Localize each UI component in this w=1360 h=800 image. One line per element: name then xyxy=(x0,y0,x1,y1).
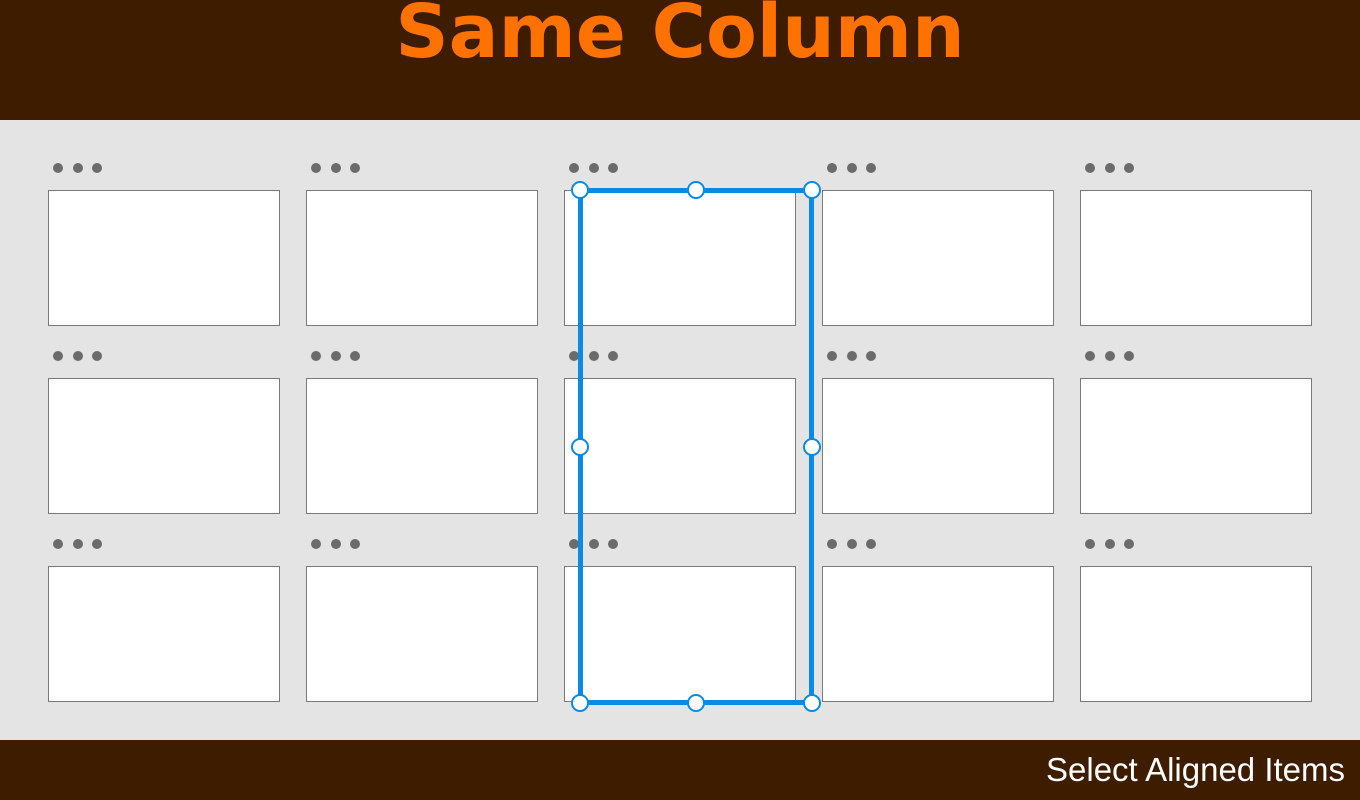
card[interactable] xyxy=(48,378,280,514)
resize-handle-icon[interactable] xyxy=(687,181,705,199)
more-horizontal-icon[interactable] xyxy=(49,537,105,551)
card[interactable] xyxy=(1080,566,1312,702)
more-horizontal-icon[interactable] xyxy=(307,349,363,363)
more-horizontal-icon[interactable] xyxy=(823,349,879,363)
card[interactable] xyxy=(306,566,538,702)
more-horizontal-icon[interactable] xyxy=(823,161,879,175)
card[interactable] xyxy=(48,566,280,702)
selection-outline[interactable] xyxy=(578,188,814,705)
card-canvas[interactable] xyxy=(0,120,1360,740)
card[interactable] xyxy=(306,190,538,326)
more-horizontal-icon[interactable] xyxy=(307,537,363,551)
resize-handle-icon[interactable] xyxy=(571,694,589,712)
resize-handle-icon[interactable] xyxy=(571,181,589,199)
more-horizontal-icon[interactable] xyxy=(49,349,105,363)
card[interactable] xyxy=(1080,190,1312,326)
card[interactable] xyxy=(306,378,538,514)
card[interactable] xyxy=(822,566,1054,702)
footer-bar: Select Aligned Items xyxy=(0,740,1360,800)
page-title: Same Column xyxy=(395,0,965,76)
card[interactable] xyxy=(48,190,280,326)
more-horizontal-icon[interactable] xyxy=(823,537,879,551)
app-window: Same Column Select Aligned Items xyxy=(0,0,1360,800)
resize-handle-icon[interactable] xyxy=(571,437,589,456)
card[interactable] xyxy=(822,378,1054,514)
resize-handle-icon[interactable] xyxy=(803,694,821,712)
more-horizontal-icon[interactable] xyxy=(1081,161,1137,175)
resize-handle-icon[interactable] xyxy=(803,437,821,456)
more-horizontal-icon[interactable] xyxy=(565,161,621,175)
footer-caption: Select Aligned Items xyxy=(1046,751,1345,788)
more-horizontal-icon[interactable] xyxy=(1081,537,1137,551)
resize-handle-icon[interactable] xyxy=(687,694,705,712)
more-horizontal-icon[interactable] xyxy=(1081,349,1137,363)
title-bar: Same Column xyxy=(0,0,1360,120)
more-horizontal-icon[interactable] xyxy=(49,161,105,175)
card[interactable] xyxy=(822,190,1054,326)
more-horizontal-icon[interactable] xyxy=(307,161,363,175)
resize-handle-icon[interactable] xyxy=(803,181,821,199)
card[interactable] xyxy=(1080,378,1312,514)
